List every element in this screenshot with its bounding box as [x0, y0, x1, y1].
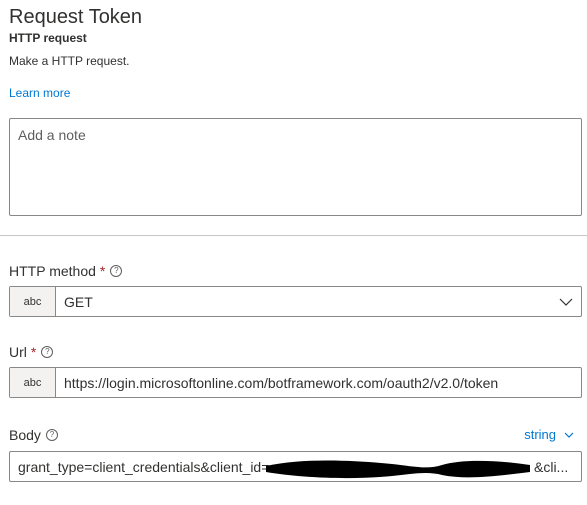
http-method-label-text: HTTP method	[9, 263, 96, 279]
action-subtitle: HTTP request	[9, 31, 87, 45]
http-method-dropdown[interactable]: abc GET	[9, 286, 582, 317]
url-value[interactable]: https://login.microsoftonline.com/botfra…	[56, 368, 581, 397]
info-icon[interactable]: ?	[45, 429, 58, 441]
body-label-text: Body	[9, 427, 41, 443]
http-action-panel: Request Token HTTP request Make a HTTP r…	[0, 0, 587, 505]
action-title[interactable]: Request Token	[9, 4, 142, 30]
url-input[interactable]: abc https://login.microsoftonline.com/bo…	[9, 367, 582, 398]
body-value-start[interactable]: grant_type=client_credentials&client_id=	[18, 459, 269, 475]
required-marker: *	[99, 263, 106, 279]
body-input[interactable]: grant_type=client_credentials&client_id=…	[9, 451, 582, 482]
info-icon[interactable]: ?	[110, 265, 123, 277]
note-textarea[interactable]	[9, 118, 582, 216]
action-description: Make a HTTP request.	[9, 54, 130, 68]
info-icon[interactable]: ?	[41, 346, 54, 358]
url-label: Url * ?	[9, 344, 54, 360]
type-chip-string: abc	[10, 368, 56, 397]
learn-more-link[interactable]: Learn more	[9, 86, 70, 100]
required-marker: *	[30, 344, 37, 360]
body-type-toggle[interactable]: string	[524, 427, 574, 442]
http-method-label: HTTP method * ?	[9, 263, 123, 279]
body-type-label[interactable]: string	[524, 427, 556, 442]
body-label: Body ?	[9, 427, 58, 443]
section-divider	[0, 235, 587, 236]
url-label-text: Url	[9, 344, 27, 360]
body-value-end[interactable]: &cli...	[534, 459, 568, 475]
http-method-value[interactable]: GET	[56, 287, 551, 316]
chevron-down-icon[interactable]	[551, 287, 581, 316]
type-chip-string: abc	[10, 287, 56, 316]
chevron-down-icon[interactable]	[564, 432, 574, 438]
